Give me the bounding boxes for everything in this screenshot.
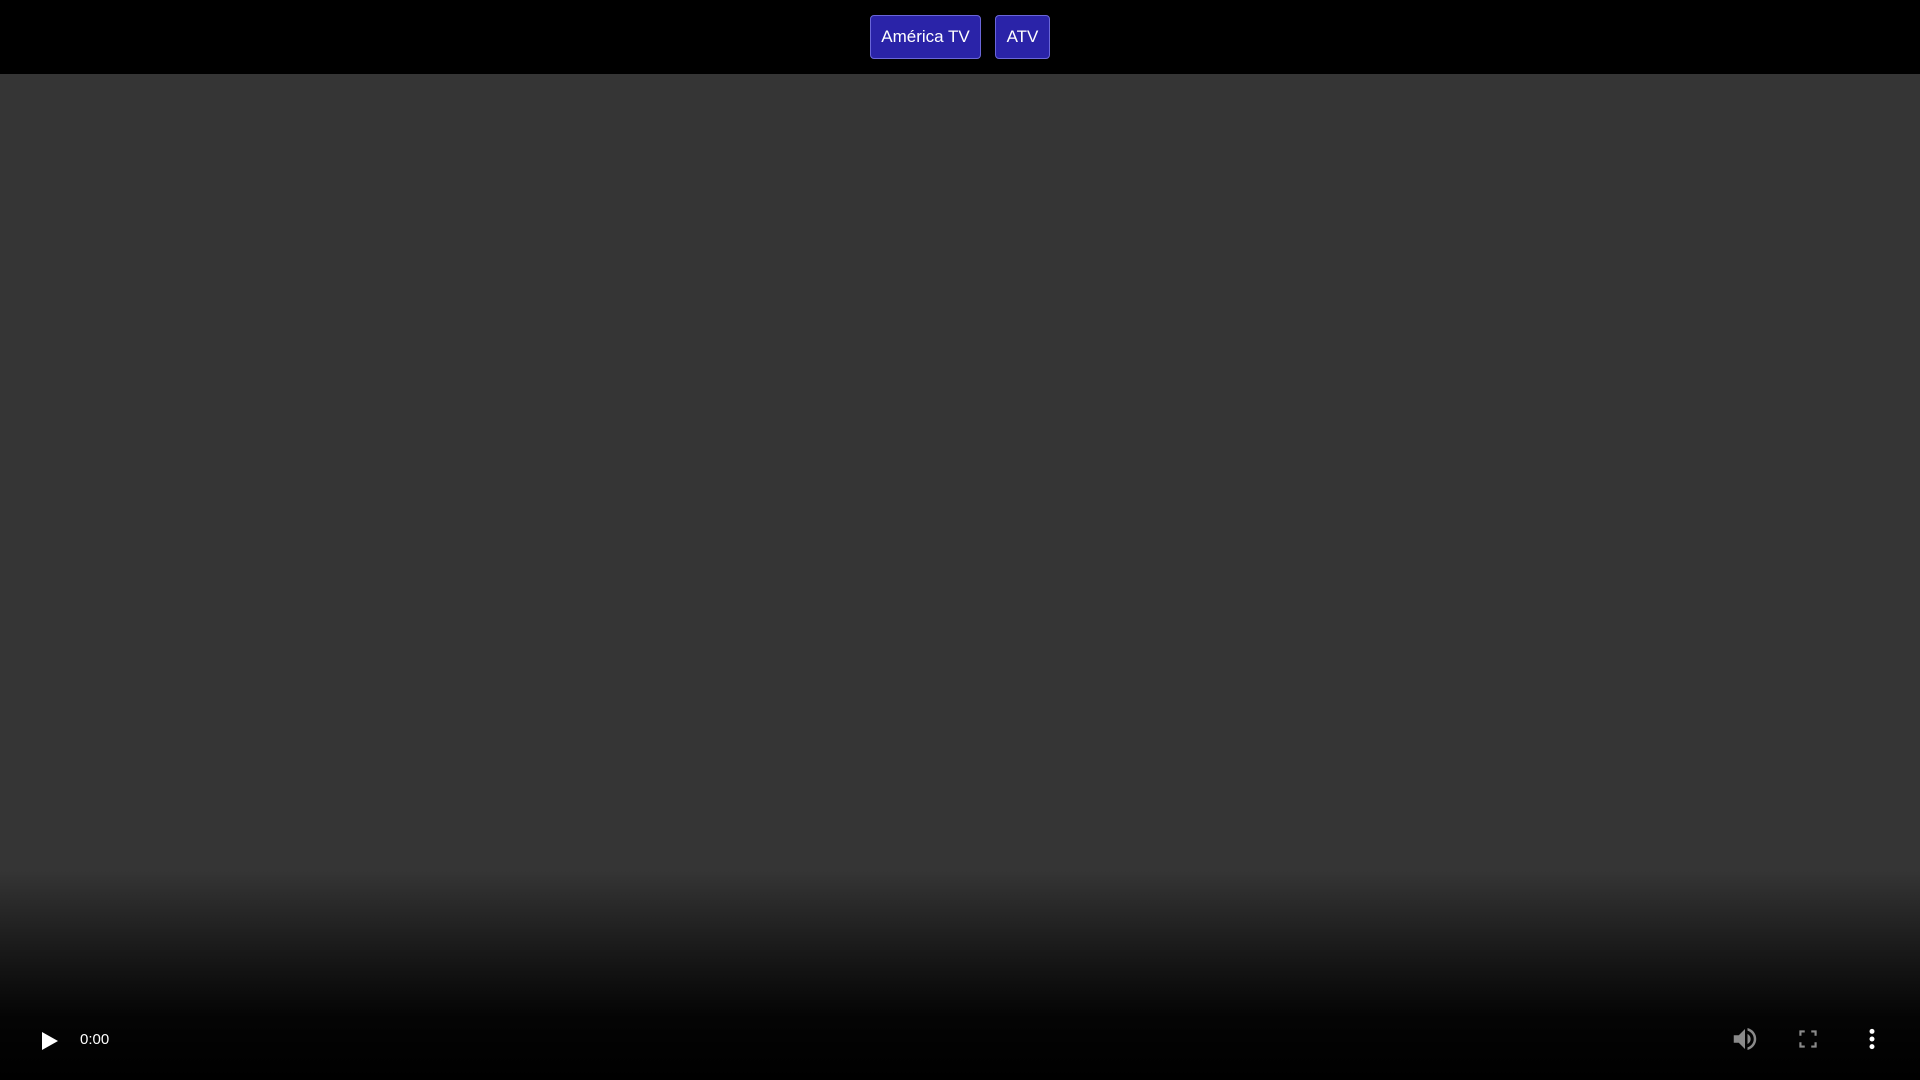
player-controls: 0:00 (0, 1018, 1920, 1080)
atv-button[interactable]: ATV (995, 15, 1050, 59)
america-tv-button[interactable]: América TV (870, 15, 981, 59)
volume-icon (1733, 1028, 1757, 1050)
channel-bar: América TV ATV (0, 0, 1920, 74)
fullscreen-button[interactable] (1791, 1022, 1825, 1056)
mute-button[interactable] (1728, 1022, 1762, 1056)
video-player[interactable]: 0:00 (0, 74, 1920, 1080)
more-options-icon (1869, 1028, 1875, 1050)
fullscreen-icon (1799, 1030, 1817, 1048)
current-time: 0:00 (80, 1031, 110, 1048)
play-icon (42, 1032, 58, 1050)
more-options-button[interactable] (1855, 1022, 1889, 1056)
play-button[interactable] (32, 1024, 66, 1058)
